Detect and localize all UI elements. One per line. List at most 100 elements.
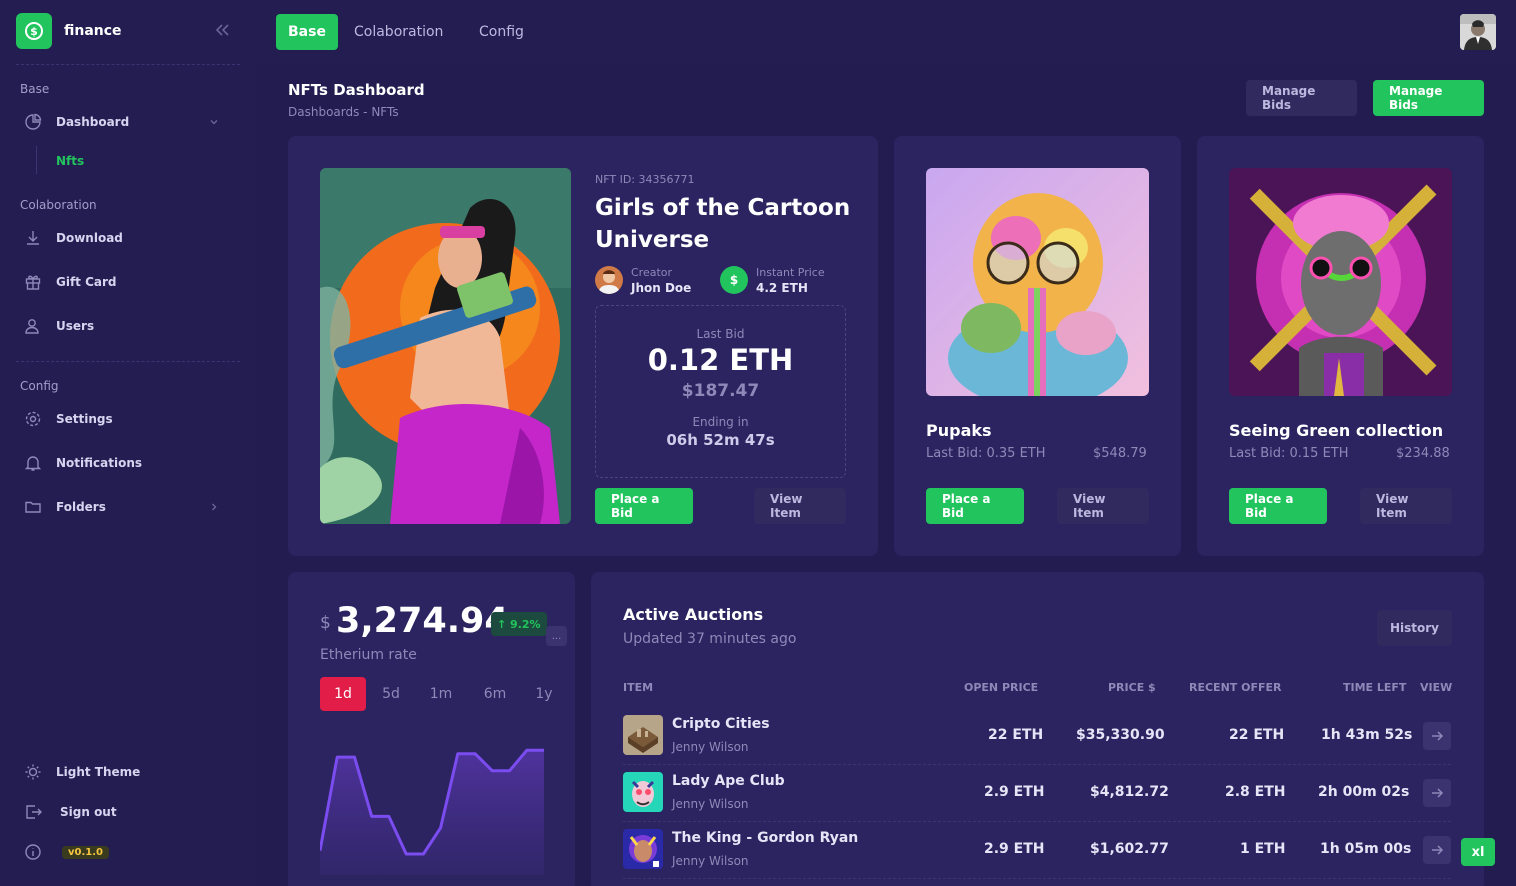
version-info: v0.1.0 xyxy=(24,840,240,864)
auction-time-left: 1h 05m 00s xyxy=(1320,841,1412,857)
sidebar-item-nfts[interactable]: Nfts xyxy=(56,154,84,168)
auction-item-name[interactable]: The King - Gordon Ryan xyxy=(672,830,858,846)
brand-name: finance xyxy=(64,23,122,39)
tab-config[interactable]: Config xyxy=(467,14,536,50)
view-arrow-button[interactable] xyxy=(1423,779,1451,807)
featured-nft-image[interactable] xyxy=(320,168,571,524)
topbar: Base Colaboration Config xyxy=(256,0,1516,64)
sun-icon xyxy=(25,764,41,780)
view-arrow-button[interactable] xyxy=(1423,722,1451,750)
auction-price-usd: $35,330.90 xyxy=(1076,727,1165,743)
period-1y[interactable]: 1y xyxy=(521,677,567,711)
sidebar-item-folders[interactable]: Folders xyxy=(24,495,240,519)
auction-open-price: 2.9 ETH xyxy=(984,784,1045,800)
auction-time-left: 1h 43m 52s xyxy=(1321,727,1413,743)
auction-open-price: 2.9 ETH xyxy=(984,841,1045,857)
user-avatar[interactable] xyxy=(1460,14,1496,50)
auctions-subtitle: Updated 37 minutes ago xyxy=(623,631,797,647)
col-open-price: OPEN PRICE xyxy=(964,681,1039,694)
nft-card-usd: $234.88 xyxy=(1396,446,1450,461)
brand[interactable]: $ finance xyxy=(16,13,122,49)
sign-out-button[interactable]: Sign out xyxy=(24,800,240,824)
sidebar-item-label: Dashboard xyxy=(56,115,130,129)
chevron-down-icon xyxy=(210,120,218,125)
more-options-button[interactable]: ... xyxy=(546,626,567,646)
col-view: VIEW xyxy=(1420,681,1453,694)
section-base: Base xyxy=(20,82,50,96)
period-6m[interactable]: 6m xyxy=(472,677,518,711)
theme-toggle[interactable]: Light Theme xyxy=(24,760,240,784)
submenu-line xyxy=(36,146,37,174)
col-recent-offer: RECENT OFFER xyxy=(1189,681,1282,694)
row-divider xyxy=(623,764,1451,765)
view-item-button[interactable]: View Item xyxy=(754,488,846,524)
sidebar-item-gift-card[interactable]: Gift Card xyxy=(24,270,240,294)
sidebar-item-download[interactable]: Download xyxy=(24,226,240,250)
sign-out-label: Sign out xyxy=(60,805,117,819)
last-bid-box: Last Bid 0.12 ETH $187.47 Ending in 06h … xyxy=(595,305,846,478)
instant-price-value: 4.2 ETH xyxy=(756,281,808,295)
collapse-sidebar-icon[interactable] xyxy=(212,20,232,40)
page-title: NFTs Dashboard xyxy=(288,81,425,99)
sidebar-item-label: Folders xyxy=(56,500,106,514)
creator-avatar xyxy=(595,266,623,294)
col-item: ITEM xyxy=(623,681,654,694)
dollar-icon: $ xyxy=(720,266,748,294)
sidebar-item-notifications[interactable]: Notifications xyxy=(24,451,240,475)
users-icon xyxy=(25,319,39,334)
col-time-left: TIME LEFT xyxy=(1343,681,1407,694)
auction-item-name[interactable]: Lady Ape Club xyxy=(672,773,785,789)
xl-button[interactable]: xl xyxy=(1461,838,1495,866)
manage-bids-primary-button[interactable]: Manage Bids xyxy=(1373,80,1484,116)
history-button[interactable]: History xyxy=(1377,610,1452,646)
col-price: PRICE $ xyxy=(1108,681,1156,694)
place-bid-button[interactable]: Place a Bid xyxy=(595,488,693,524)
sidebar-item-users[interactable]: Users xyxy=(24,314,240,338)
view-arrow-button[interactable] xyxy=(1423,836,1451,864)
sidebar: $ finance Base Dashboard Nfts Colaborati… xyxy=(0,0,256,886)
place-bid-button[interactable]: Place a Bid xyxy=(1229,488,1327,524)
section-config: Config xyxy=(20,379,59,393)
nft-title-line1: Girls of the Cartoon xyxy=(595,195,851,221)
arrow-right-icon xyxy=(1432,845,1444,855)
view-item-button[interactable]: View Item xyxy=(1360,488,1452,524)
sidebar-item-settings[interactable]: Settings xyxy=(24,407,240,431)
nft-card-last-bid: Last Bid: 0.35 ETH xyxy=(926,446,1046,461)
auction-item-name[interactable]: Cripto Cities xyxy=(672,716,770,732)
period-5d[interactable]: 5d xyxy=(368,677,414,711)
nft-card-title: Seeing Green collection xyxy=(1229,421,1444,440)
divider xyxy=(16,64,240,65)
gear-icon xyxy=(25,411,41,427)
auction-recent-offer: 1 ETH xyxy=(1240,841,1286,857)
tab-colaboration[interactable]: Colaboration xyxy=(342,14,455,50)
info-icon xyxy=(25,844,41,860)
sidebar-item-label: Users xyxy=(56,319,95,333)
row-divider xyxy=(623,821,1451,822)
rate-label: Etherium rate xyxy=(320,647,417,663)
period-1d[interactable]: 1d xyxy=(320,677,366,711)
rate-chart xyxy=(320,748,544,875)
last-bid-eth: 0.12 ETH xyxy=(647,343,794,377)
nft-image-pupaks[interactable] xyxy=(926,168,1149,396)
auction-item-owner: Jenny Wilson xyxy=(672,740,749,754)
manage-bids-button[interactable]: Manage Bids xyxy=(1246,80,1357,116)
item-thumbnail xyxy=(623,715,663,755)
folder-icon xyxy=(25,501,41,513)
sidebar-item-dashboard[interactable]: Dashboard xyxy=(24,110,240,134)
place-bid-button[interactable]: Place a Bid xyxy=(926,488,1024,524)
view-item-button[interactable]: View Item xyxy=(1057,488,1149,524)
last-bid-usd: $187.47 xyxy=(681,381,760,401)
gift-icon xyxy=(25,275,41,290)
row-divider xyxy=(623,878,1451,879)
period-1m[interactable]: 1m xyxy=(418,677,464,711)
tab-base[interactable]: Base xyxy=(276,14,338,50)
nft-image-seeing-green[interactable] xyxy=(1229,168,1452,396)
instant-price-label: Instant Price xyxy=(756,266,825,279)
nft-id: NFT ID: 34356771 xyxy=(595,173,695,186)
auction-item-owner: Jenny Wilson xyxy=(672,854,749,868)
auction-price-usd: $1,602.77 xyxy=(1090,841,1169,857)
breadcrumb[interactable]: Dashboards - NFTs xyxy=(288,105,399,119)
creator-name[interactable]: Jhon Doe xyxy=(631,281,691,295)
last-bid-label: Last Bid xyxy=(696,327,745,341)
item-thumbnail xyxy=(623,829,663,869)
